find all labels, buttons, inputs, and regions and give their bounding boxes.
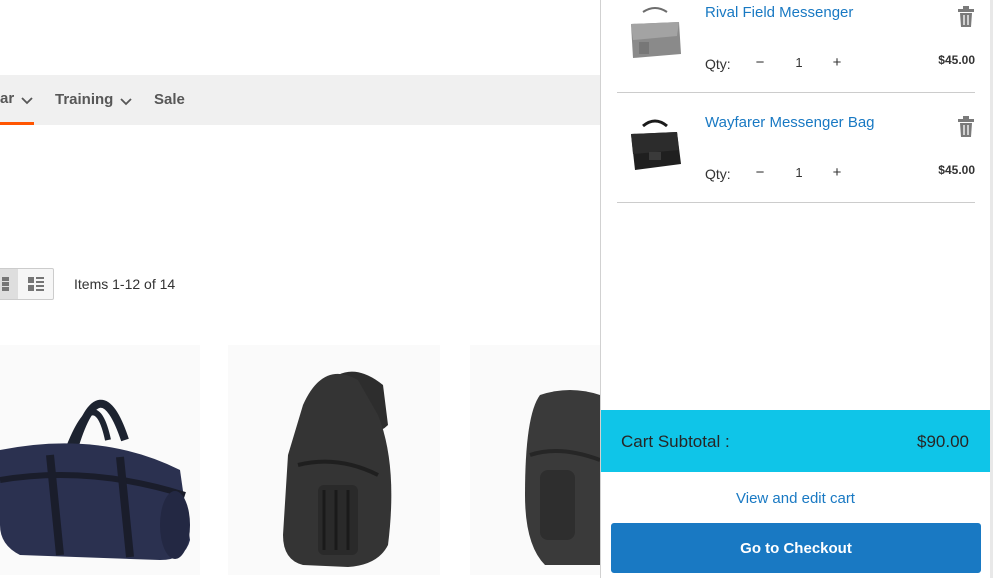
qty-increase-button[interactable]: + <box>827 162 847 184</box>
chevron-down-icon <box>120 98 132 106</box>
toolbar-amount: Items 1-12 of 14 <box>74 276 176 292</box>
nav-item-label: ar <box>0 89 15 107</box>
list-view-button[interactable] <box>18 269 53 299</box>
minicart-panel: Rival Field Messenger Qty: − 1 + $45.00 … <box>600 0 993 578</box>
cart-item: Rival Field Messenger Qty: − 1 + $45.00 <box>617 0 975 93</box>
nav-item-label: Sale <box>154 91 185 108</box>
nav-item-gear[interactable]: ar <box>0 75 35 125</box>
view-mode-switcher <box>0 268 54 300</box>
backpack-image <box>525 390 601 565</box>
trash-icon[interactable] <box>957 116 975 138</box>
rival-field-messenger-thumbnail[interactable] <box>625 2 685 72</box>
subtotal-label: Cart Subtotal : <box>621 432 730 451</box>
qty-decrease-button[interactable]: − <box>750 52 770 74</box>
chevron-down-icon <box>21 96 33 104</box>
qty-input[interactable]: 1 <box>787 52 811 74</box>
product-name-link[interactable]: Wayfarer Messenger Bag <box>705 114 875 131</box>
qty-label: Qty: <box>705 56 731 72</box>
qty-decrease-button[interactable]: − <box>750 162 770 184</box>
product-image-backpack[interactable] <box>470 345 601 575</box>
product-image-sling-backpack[interactable] <box>228 345 440 575</box>
nav-item-training[interactable]: Training <box>55 75 133 125</box>
sling-backpack-image <box>283 371 392 567</box>
qty-increase-button[interactable]: + <box>827 52 847 74</box>
product-image-duffle-bag[interactable] <box>0 345 200 575</box>
go-to-checkout-button[interactable]: Go to Checkout <box>611 523 981 573</box>
list-view-icon <box>27 277 44 291</box>
main-navigation: ar Training Sale <box>0 75 600 125</box>
grid-view-button[interactable] <box>0 269 18 299</box>
nav-item-sale[interactable]: Sale <box>154 75 185 125</box>
product-name-link[interactable]: Rival Field Messenger <box>705 4 853 21</box>
duffle-bag-image <box>0 399 190 560</box>
qty-label: Qty: <box>705 166 731 182</box>
trash-icon[interactable] <box>957 6 975 28</box>
nav-item-label: Training <box>55 91 114 108</box>
view-edit-cart-link[interactable]: View and edit cart <box>601 490 990 507</box>
qty-input[interactable]: 1 <box>787 162 811 184</box>
wayfarer-messenger-bag-thumbnail[interactable] <box>625 112 685 182</box>
subtotal-value: $90.00 <box>917 432 969 451</box>
item-price: $45.00 <box>938 53 975 67</box>
item-price: $45.00 <box>938 163 975 177</box>
grid-view-icon <box>1 277 9 291</box>
cart-item: Wayfarer Messenger Bag Qty: − 1 + $45.00 <box>617 92 975 203</box>
cart-subtotal: Cart Subtotal : $90.00 <box>601 410 990 472</box>
